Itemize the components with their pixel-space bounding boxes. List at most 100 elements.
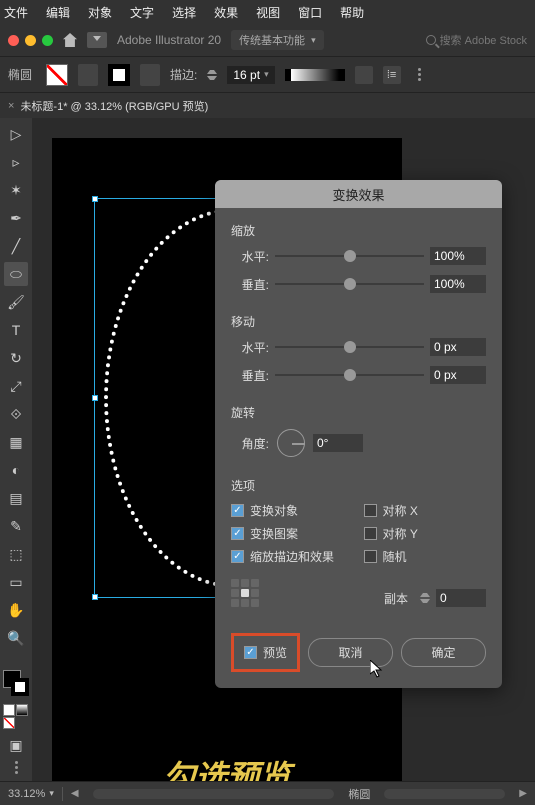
opacity-button[interactable]: ⁞≡ (383, 66, 401, 84)
more-options[interactable] (411, 68, 429, 81)
chk-reflect-y[interactable] (364, 527, 377, 540)
tool-direct-select[interactable]: ▹ (4, 150, 28, 174)
dialog-title: 变换效果 (215, 180, 502, 208)
stroke-label: 描边: (170, 66, 197, 83)
minimize-button[interactable] (25, 35, 36, 46)
workspace-dropdown[interactable]: 传统基本功能 (231, 30, 324, 50)
brush-definition[interactable] (355, 66, 373, 84)
options-section: 选项 (231, 477, 486, 494)
scrollbar[interactable] (93, 789, 335, 799)
tab-title[interactable]: 未标题-1* @ 33.12% (RGB/GPU 预览) (20, 98, 208, 114)
fill-mode-buttons[interactable] (78, 64, 98, 86)
menu-help[interactable]: 帮助 (340, 4, 364, 21)
arrange-dropdown[interactable] (87, 32, 107, 48)
move-h-input[interactable] (430, 338, 486, 356)
angle-dial[interactable] (277, 429, 305, 457)
color-mode-buttons[interactable] (3, 704, 29, 729)
copies-input[interactable] (436, 589, 486, 607)
tool-free-transform[interactable]: ▦ (4, 430, 28, 454)
chk-scale-strokes[interactable] (231, 550, 244, 563)
tool-eyedropper[interactable]: ✎ (4, 514, 28, 538)
tool-selection[interactable]: ▷ (4, 122, 28, 146)
stroke-value-input[interactable]: 16 pt (227, 66, 274, 84)
status-bar: 33.12% ◀ 椭圆 ▶ (0, 781, 535, 805)
scale-h-label: 水平: (231, 248, 269, 265)
close-tab[interactable]: × (8, 100, 14, 112)
chk-random[interactable] (364, 550, 377, 563)
menu-window[interactable]: 窗口 (298, 4, 322, 21)
search-stock[interactable]: 搜索 Adobe Stock (426, 32, 527, 48)
tool-hand[interactable]: ✋ (4, 598, 28, 622)
tool-blend[interactable]: ⬚ (4, 542, 28, 566)
scale-h-input[interactable] (430, 247, 486, 265)
scale-v-label: 垂直: (231, 276, 269, 293)
tool-type[interactable]: T (4, 318, 28, 342)
chk-transform-objects[interactable] (231, 504, 244, 517)
ok-button[interactable]: 确定 (401, 638, 486, 667)
scrollbar-right[interactable] (384, 789, 505, 799)
scroll-right[interactable]: ▶ (519, 788, 527, 799)
menu-edit[interactable]: 编辑 (46, 4, 70, 21)
rotate-section: 旋转 (231, 404, 486, 421)
copies-stepper[interactable] (420, 590, 430, 606)
fill-stroke-icon[interactable] (3, 670, 29, 696)
toolbox-more[interactable] (7, 761, 25, 774)
tool-magic-wand[interactable]: ✶ (4, 178, 28, 202)
toolbox: ▷ ▹ ✶ ✒ ╱ ⬭ 🖌 T ↻ ⤢ ⟐ ▦ ◐ ▤ ✎ ⬚ ▭ ✋ 🔍 ▣ (0, 118, 32, 781)
cancel-button[interactable]: 取消 (308, 638, 393, 667)
tool-shape[interactable]: ⬭ (4, 262, 28, 286)
close-button[interactable] (8, 35, 19, 46)
scroll-left[interactable]: ◀ (71, 788, 79, 799)
scale-v-input[interactable] (430, 275, 486, 293)
stroke-swatch[interactable] (108, 64, 130, 86)
screen-mode[interactable]: ▣ (4, 733, 28, 757)
transform-effect-dialog: 变换效果 缩放 水平: 垂直: 移动 水平: 垂直: 旋转 角度: (215, 180, 502, 688)
home-icon[interactable] (63, 33, 77, 47)
stroke-stepper[interactable] (207, 67, 217, 83)
tool-zoom[interactable]: 🔍 (4, 626, 28, 650)
zoom-level[interactable]: 33.12% (8, 788, 54, 800)
tool-width[interactable]: ⟐ (4, 402, 28, 426)
maximize-button[interactable] (42, 35, 53, 46)
preview-highlight: 预览 (231, 633, 300, 672)
chk-preview[interactable] (244, 646, 257, 659)
menubar: 文件 编辑 对象 文字 选择 效果 视图 窗口 帮助 (0, 0, 535, 24)
menu-object[interactable]: 对象 (88, 4, 112, 21)
shape-label: 椭圆 (8, 66, 36, 83)
tool-line[interactable]: ╱ (4, 234, 28, 258)
scale-section: 缩放 (231, 222, 486, 239)
move-h-label: 水平: (231, 339, 269, 356)
window-controls (8, 35, 53, 46)
menu-select[interactable]: 选择 (172, 4, 196, 21)
move-v-input[interactable] (430, 366, 486, 384)
tool-pen[interactable]: ✒ (4, 206, 28, 230)
stroke-mode-buttons[interactable] (140, 64, 160, 86)
move-v-label: 垂直: (231, 367, 269, 384)
stroke-profile[interactable] (285, 69, 345, 81)
scale-h-slider[interactable] (275, 249, 424, 263)
tool-artboard[interactable]: ▭ (4, 570, 28, 594)
app-bar: Adobe Illustrator 20 传统基本功能 搜索 Adobe Sto… (0, 24, 535, 56)
tool-rotate[interactable]: ↻ (4, 346, 28, 370)
scale-v-slider[interactable] (275, 277, 424, 291)
chk-transform-patterns[interactable] (231, 527, 244, 540)
chk-reflect-x[interactable] (364, 504, 377, 517)
control-bar: 椭圆 描边: 16 pt ⁞≡ (0, 56, 535, 92)
tool-paintbrush[interactable]: 🖌 (4, 290, 28, 314)
menu-file[interactable]: 文件 (4, 4, 28, 21)
move-v-slider[interactable] (275, 368, 424, 382)
menu-view[interactable]: 视图 (256, 4, 280, 21)
move-h-slider[interactable] (275, 340, 424, 354)
tool-gradient[interactable]: ▤ (4, 486, 28, 510)
fill-swatch[interactable] (46, 64, 68, 86)
angle-input[interactable] (313, 434, 363, 452)
anchor-picker[interactable] (231, 579, 259, 607)
tool-shape-builder[interactable]: ◐ (4, 458, 28, 482)
menu-type[interactable]: 文字 (130, 4, 154, 21)
tool-scale[interactable]: ⤢ (4, 374, 28, 398)
menu-effect[interactable]: 效果 (214, 4, 238, 21)
selection-status: 椭圆 (348, 786, 370, 802)
move-section: 移动 (231, 313, 486, 330)
angle-label: 角度: (231, 435, 269, 452)
document-tabs: × 未标题-1* @ 33.12% (RGB/GPU 预览) (0, 92, 535, 118)
